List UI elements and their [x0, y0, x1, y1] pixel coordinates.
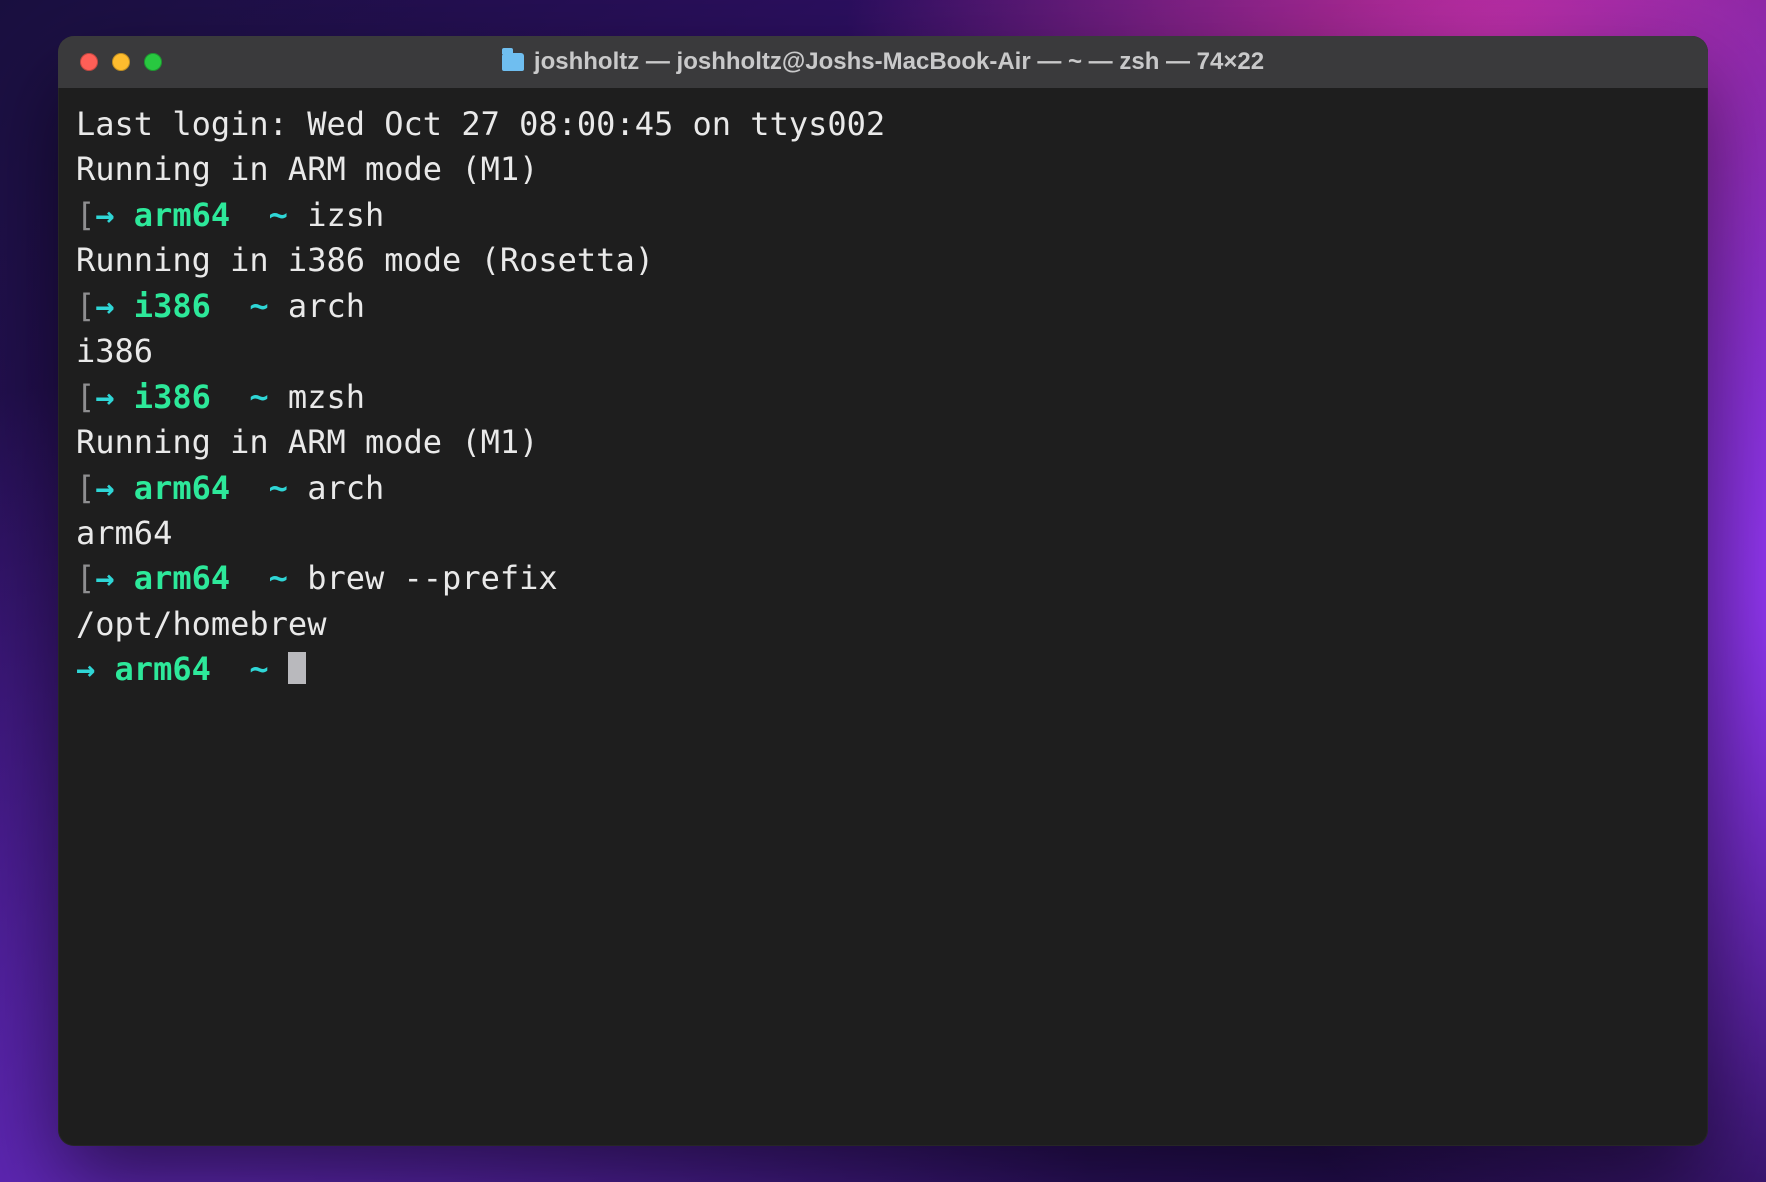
prompt-path: ~: [269, 469, 288, 507]
prompt-arrow-icon: →: [95, 287, 114, 325]
traffic-lights: [80, 53, 162, 71]
terminal-output[interactable]: Last login: Wed Oct 27 08:00:45 on ttys0…: [58, 88, 1708, 1146]
minimize-icon[interactable]: [112, 53, 130, 71]
prompt-lbracket: [: [76, 469, 95, 507]
prompt-arrow-icon: →: [95, 469, 114, 507]
window-title: joshholtz — joshholtz@Joshs-MacBook-Air …: [58, 48, 1708, 76]
prompt-arch: i386: [134, 287, 211, 325]
prompt-arch: arm64: [134, 196, 230, 234]
cmd-izsh: izsh: [307, 196, 384, 234]
prompt-arrow-icon: →: [95, 378, 114, 416]
cmd-arch-1: arch: [288, 287, 365, 325]
prompt-path: ~: [249, 287, 268, 325]
prompt-arrow-icon: →: [95, 559, 114, 597]
out-arm64: arm64: [76, 514, 172, 552]
out-i386: i386: [76, 332, 153, 370]
window-title-text: joshholtz — joshholtz@Joshs-MacBook-Air …: [534, 48, 1264, 76]
terminal-window: joshholtz — joshholtz@Joshs-MacBook-Air …: [58, 36, 1708, 1146]
desktop-background: joshholtz — joshholtz@Joshs-MacBook-Air …: [0, 0, 1766, 1182]
zoom-icon[interactable]: [144, 53, 162, 71]
out-brew: /opt/homebrew: [76, 605, 326, 643]
cmd-mzsh: mzsh: [288, 378, 365, 416]
prompt-lbracket: [: [76, 378, 95, 416]
prompt-arch: arm64: [115, 650, 211, 688]
prompt-path: ~: [249, 378, 268, 416]
prompt-lbracket: [: [76, 196, 95, 234]
folder-icon: [502, 53, 524, 71]
close-icon[interactable]: [80, 53, 98, 71]
prompt-lbracket: [: [76, 287, 95, 325]
window-titlebar[interactable]: joshholtz — joshholtz@Joshs-MacBook-Air …: [58, 36, 1708, 88]
prompt-arrow-icon: →: [95, 196, 114, 234]
prompt-path: ~: [269, 196, 288, 234]
prompt-arch: i386: [134, 378, 211, 416]
mode-line-i386: Running in i386 mode (Rosetta): [76, 241, 654, 279]
prompt-arrow-icon: →: [76, 650, 95, 688]
mode-line-arm-2: Running in ARM mode (M1): [76, 423, 538, 461]
prompt-path: ~: [249, 650, 268, 688]
prompt-arch: arm64: [134, 469, 230, 507]
prompt-arch: arm64: [134, 559, 230, 597]
prompt-path: ~: [269, 559, 288, 597]
prompt-lbracket: [: [76, 559, 95, 597]
cursor-block-icon[interactable]: [288, 652, 306, 684]
cmd-arch-2: arch: [307, 469, 384, 507]
mode-line-arm-1: Running in ARM mode (M1): [76, 150, 538, 188]
login-line: Last login: Wed Oct 27 08:00:45 on ttys0…: [76, 105, 885, 143]
cmd-brew: brew --prefix: [307, 559, 557, 597]
